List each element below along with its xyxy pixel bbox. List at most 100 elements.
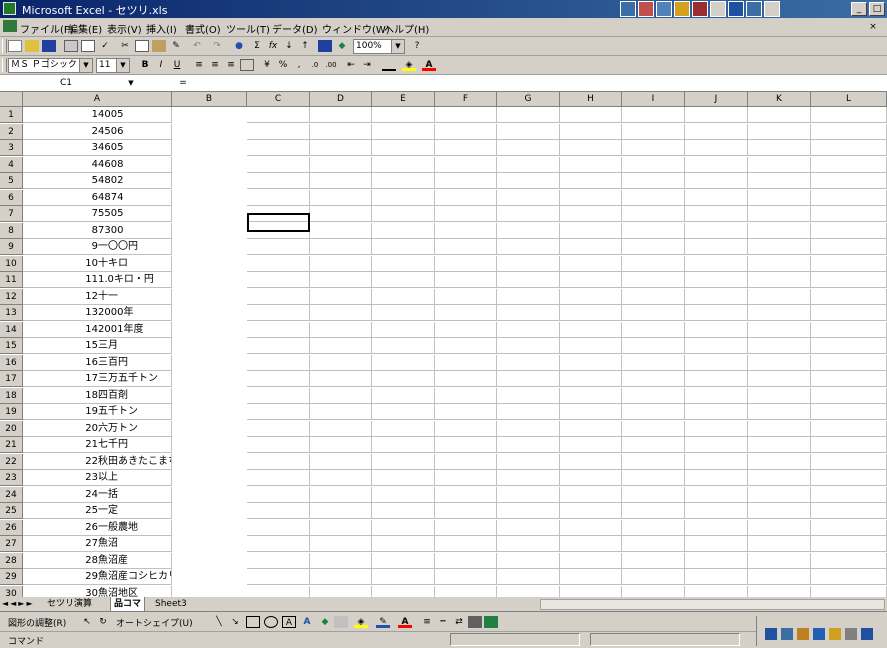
- grid-cell[interactable]: [685, 404, 748, 420]
- tray-icon-5[interactable]: [829, 628, 841, 640]
- grid-cell[interactable]: [560, 321, 622, 338]
- grid-cell[interactable]: [622, 222, 685, 239]
- grid-cell[interactable]: [622, 470, 685, 486]
- grid-cell[interactable]: [247, 371, 310, 387]
- grid-cell[interactable]: [435, 156, 497, 173]
- grid-cell[interactable]: [435, 486, 497, 503]
- grid-cell[interactable]: [497, 305, 560, 321]
- cell-a[interactable]: 54802: [23, 173, 172, 189]
- grid-cell[interactable]: [372, 338, 435, 354]
- grid-cell[interactable]: [310, 486, 372, 503]
- row-header[interactable]: 20: [0, 420, 23, 437]
- grid-cell[interactable]: [372, 404, 435, 420]
- grid-cell[interactable]: [622, 206, 685, 222]
- chevron-down-icon[interactable]: ▼: [391, 40, 404, 53]
- sort-ascending-icon[interactable]: ↓: [282, 40, 296, 52]
- grid-cell[interactable]: [811, 140, 887, 156]
- cell-a[interactable]: 16三百円: [23, 354, 172, 371]
- grid-cell[interactable]: [310, 222, 372, 239]
- grid-cell[interactable]: [748, 437, 811, 453]
- sheet-nav-arrows-icon[interactable]: ◄◄►►: [2, 599, 35, 608]
- row-header[interactable]: 17: [0, 371, 23, 387]
- grid-cell[interactable]: [247, 470, 310, 486]
- grid-cell[interactable]: [622, 123, 685, 140]
- tab-sheet-2[interactable]: 品コマ: [110, 597, 146, 612]
- grid-cell[interactable]: [247, 140, 310, 156]
- grid-cell[interactable]: [748, 305, 811, 321]
- grid-cell[interactable]: [622, 420, 685, 437]
- chevron-down-icon[interactable]: ▼: [79, 59, 92, 72]
- grid-cell[interactable]: [622, 536, 685, 552]
- row-header[interactable]: 22: [0, 453, 23, 470]
- grid-cell[interactable]: [435, 453, 497, 470]
- grid-cell[interactable]: [310, 338, 372, 354]
- grid-cell[interactable]: [748, 189, 811, 206]
- grid-cell[interactable]: [372, 354, 435, 371]
- row-header[interactable]: 19: [0, 404, 23, 420]
- cell-a[interactable]: 27魚沼: [23, 536, 172, 552]
- grid-cell[interactable]: [811, 552, 887, 569]
- font-name-select[interactable]: ＭＳ Ｐゴシック ▼: [8, 58, 93, 73]
- grid-cell[interactable]: [685, 387, 748, 404]
- grid-cell[interactable]: [685, 486, 748, 503]
- grid-cell[interactable]: [622, 305, 685, 321]
- grid-cell[interactable]: [748, 404, 811, 420]
- grid-cell[interactable]: [310, 123, 372, 140]
- grid-cell[interactable]: [310, 305, 372, 321]
- grid-cell[interactable]: [748, 486, 811, 503]
- grid-cell[interactable]: [497, 173, 560, 189]
- grid-cell[interactable]: [372, 321, 435, 338]
- menu-file[interactable]: ファイル(F): [20, 21, 74, 36]
- grid-cell[interactable]: [685, 338, 748, 354]
- grid-cell[interactable]: [811, 536, 887, 552]
- grid-cell[interactable]: [685, 453, 748, 470]
- grid-cell[interactable]: [372, 453, 435, 470]
- cell-a[interactable]: 12十一: [23, 288, 172, 305]
- cell-a[interactable]: 26一般農地: [23, 519, 172, 536]
- copy-icon[interactable]: [135, 40, 149, 52]
- cell-a[interactable]: 21七千円: [23, 437, 172, 453]
- align-center-icon[interactable]: ≡: [208, 59, 222, 71]
- column-header[interactable]: A: [23, 92, 172, 107]
- grid-cell[interactable]: [685, 140, 748, 156]
- grid-cell[interactable]: [685, 420, 748, 437]
- currency-icon[interactable]: ¥: [260, 59, 274, 71]
- grid-cell[interactable]: [811, 173, 887, 189]
- spelling-icon[interactable]: ✓: [98, 40, 112, 52]
- task-icon-5[interactable]: [692, 1, 708, 17]
- grid-cell[interactable]: [748, 107, 811, 123]
- row-header[interactable]: 6: [0, 189, 23, 206]
- borders-icon[interactable]: [382, 59, 396, 71]
- grid-cell[interactable]: [247, 288, 310, 305]
- grid-cell[interactable]: [247, 338, 310, 354]
- grid-cell[interactable]: [435, 536, 497, 552]
- grid-cell[interactable]: [247, 420, 310, 437]
- cell-a[interactable]: 111.0キロ・円: [23, 272, 172, 288]
- grid-cell[interactable]: [811, 107, 887, 123]
- zoom-select[interactable]: 100% ▼: [353, 39, 405, 54]
- grid-cell[interactable]: [685, 239, 748, 255]
- tray-icon-6[interactable]: [845, 628, 857, 640]
- dash-style-icon[interactable]: ┅: [436, 616, 450, 628]
- column-header[interactable]: K: [748, 92, 811, 107]
- grid-cell[interactable]: [247, 156, 310, 173]
- horizontal-scrollbar[interactable]: [540, 599, 885, 610]
- grid-cell[interactable]: [247, 552, 310, 569]
- grid-cell[interactable]: [560, 371, 622, 387]
- grid-cell[interactable]: [811, 321, 887, 338]
- align-right-icon[interactable]: ≡: [224, 59, 238, 71]
- grid-cell[interactable]: [560, 107, 622, 123]
- tray-icon-3[interactable]: [797, 628, 809, 640]
- grid-cell[interactable]: [560, 354, 622, 371]
- grid-cell[interactable]: [372, 585, 435, 597]
- grid-cell[interactable]: [435, 272, 497, 288]
- grid-cell[interactable]: [310, 239, 372, 255]
- grid-cell[interactable]: [560, 123, 622, 140]
- grid-cell[interactable]: [247, 453, 310, 470]
- grid-cell[interactable]: [310, 569, 372, 585]
- grid-cell[interactable]: [497, 354, 560, 371]
- grid-cell[interactable]: [748, 470, 811, 486]
- grid-cell[interactable]: [372, 156, 435, 173]
- format-painter-icon[interactable]: ✎: [169, 40, 183, 52]
- grid-cell[interactable]: [811, 206, 887, 222]
